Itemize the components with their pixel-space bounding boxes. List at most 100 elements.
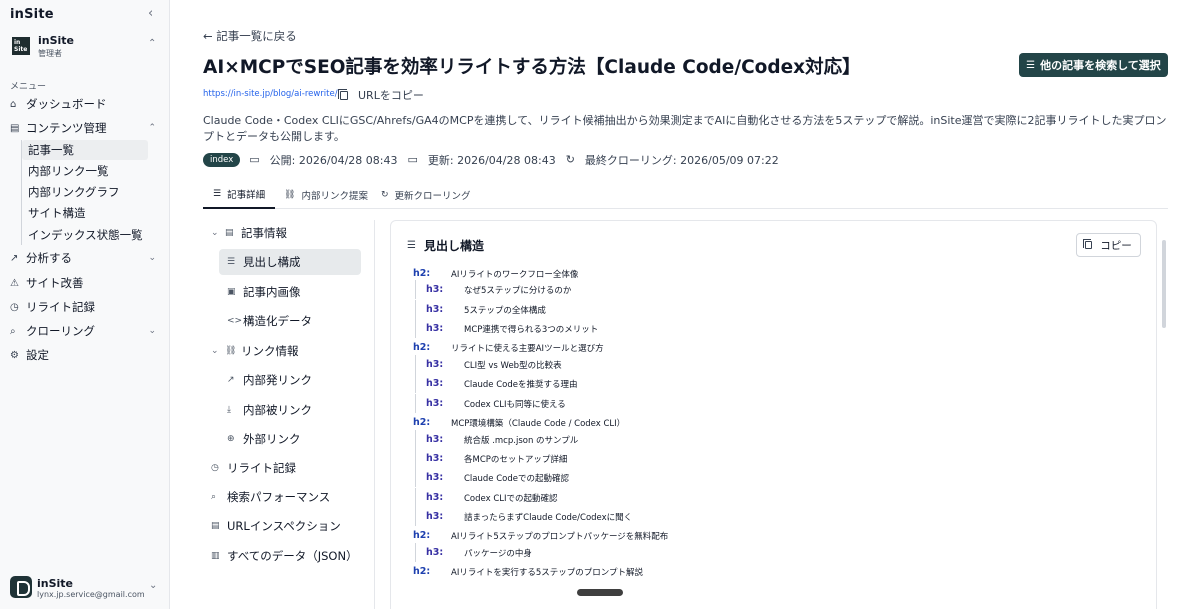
heading-row-h3: h3: 詰まったらまずClaude Code/Codexに聞く (415, 507, 632, 526)
detail-nav-headings[interactable]: ☰ 見出し構成 (219, 249, 361, 275)
user-menu[interactable]: inSite lynx.jp.service@gmail.com ⌄ (10, 576, 162, 602)
sidebar-subitem-internal-links[interactable]: 内部リンク一覧 (22, 161, 148, 181)
heading-row-h3: h3: Claude Codeを推奨する理由 (415, 374, 577, 393)
file-icon: ▥ (211, 551, 220, 561)
copy-url-button[interactable]: URLをコピー (338, 87, 424, 103)
back-link[interactable]: ← 記事一覧に戻る (203, 28, 297, 44)
detail-nav-rewrite-log[interactable]: ◷ リライト記録 (211, 455, 361, 481)
sidebar-item-label: リライト記録 (26, 300, 95, 314)
detail-nav-external-links[interactable]: ⊕ 外部リンク (227, 426, 361, 452)
tab-link-suggestions[interactable]: ⛓ 内部リンク提案 (274, 180, 378, 209)
detail-nav-structured-data[interactable]: <> 構造化データ (227, 308, 361, 334)
sidebar-subitem-site-structure[interactable]: サイト構造 (22, 203, 148, 223)
heading-row-h3: h3: なぜ5ステップに分けるのか (415, 280, 571, 299)
history-icon: ◷ (211, 463, 219, 473)
heading-row-h3: h3: 各MCPのセットアップ詳細 (415, 449, 567, 468)
brand-logo[interactable]: inSite (10, 7, 54, 22)
file-search-icon: ▤ (211, 521, 220, 531)
link-icon: ⛓ (225, 346, 237, 356)
scrollbar[interactable] (1162, 240, 1166, 328)
detail-nav-images[interactable]: ▣ 記事内画像 (227, 279, 361, 305)
workspace-logo: in Site (12, 37, 30, 55)
document-icon: ▤ (225, 228, 234, 238)
article-meta: index ▭ 公開: 2026/04/28 08:43 ▭ 更新: 2026/… (203, 152, 789, 167)
chevron-left-icon[interactable]: ‹ (148, 6, 153, 21)
globe-icon: ⊕ (227, 434, 235, 444)
search-icon: ⌕ (10, 325, 16, 337)
user-name: inSite (37, 577, 74, 590)
article-url-link[interactable]: https://in-site.jp/blog/ai-rewrite/ (203, 89, 338, 99)
heading-row-h3: h3: 5ステップの全体構成 (415, 300, 546, 319)
detail-nav-outbound-links[interactable]: ↗ 内部発リンク (227, 367, 361, 393)
link-icon: ⛓ (284, 189, 296, 200)
copy-icon (338, 88, 348, 100)
list-icon: ☰ (227, 257, 236, 267)
sidebar-subitem-link-graph[interactable]: 内部リンクグラフ (22, 182, 148, 202)
sidebar-item-label: コンテンツ管理 (26, 121, 107, 135)
gear-icon: ⚙ (10, 349, 19, 361)
download-icon: ⤓ (227, 405, 231, 415)
detail-nav-search-performance[interactable]: ⌕ 検索パフォーマンス (211, 484, 361, 510)
refresh-icon: ↻ (381, 189, 389, 200)
detail-nav-link-info[interactable]: ⌄ ⛓ リンク情報 (211, 338, 361, 364)
sidebar-item-label: 設定 (26, 348, 49, 362)
heading-row-h3: h3: MCP連携で得られる3つのメリット (415, 319, 598, 338)
home-indicator (577, 589, 623, 596)
heading-row-h3: h3: パッケージの中身 (415, 543, 532, 562)
sidebar-item-settings[interactable]: ⚙ 設定 (10, 345, 162, 365)
workspace-switcher[interactable]: in Site inSite 管理者 ⌃ (10, 34, 160, 60)
calendar-icon: ▭ (407, 153, 418, 166)
detail-nav-article-info[interactable]: ⌄ ▤ 記事情報 (211, 220, 361, 246)
list-icon: ☰ (407, 240, 416, 251)
user-email: lynx.jp.service@gmail.com (37, 590, 145, 599)
sidebar-item-label: 分析する (26, 251, 72, 265)
chevron-down-icon: ⌄ (211, 346, 219, 356)
image-icon: ▣ (227, 287, 236, 297)
copy-icon (1083, 239, 1093, 249)
sidebar-item-rewrite-log[interactable]: ◷ リライト記録 (10, 297, 162, 317)
heading-row-h3: h3: Codex CLIも同等に使える (415, 394, 566, 413)
sidebar-subitem-index-status[interactable]: インデックス状態一覧 (22, 225, 148, 245)
menu-label: メニュー (10, 82, 47, 92)
detail-nav-inbound-links[interactable]: ⤓ 内部被リンク (227, 397, 361, 423)
sidebar-item-analytics[interactable]: ↗ 分析する ⌄ (10, 248, 162, 268)
workspace-name: inSite (38, 34, 75, 47)
trend-icon: ↗ (10, 252, 19, 264)
sidebar-subitem-articles[interactable]: 記事一覧 (22, 140, 148, 160)
refresh-icon: ↻ (565, 153, 575, 166)
detail-nav-all-data-json[interactable]: ▥ すべてのデータ（JSON） (211, 543, 361, 569)
status-badge: index (203, 152, 241, 167)
sidebar: inSite ‹ in Site inSite 管理者 ⌃ メニュー ⌂ ダッシュ… (0, 0, 170, 609)
document-icon: ▤ (10, 122, 20, 134)
heading-row-h3: h3: Codex CLIでの起動確認 (415, 488, 558, 507)
list-icon: ☰ (213, 188, 222, 199)
chevron-down-icon: ⌄ (148, 253, 156, 263)
heading-row-h3: h3: Claude Codeでの起動確認 (415, 468, 569, 487)
tab-update-crawl[interactable]: ↻ 更新クローリング (371, 180, 481, 209)
published-date: 公開: 2026/04/28 08:43 (269, 153, 398, 167)
search-articles-button[interactable]: ☰ 他の記事を検索して選択 (1019, 53, 1168, 77)
calendar-icon: ▭ (249, 153, 260, 166)
sidebar-item-dashboard[interactable]: ⌂ ダッシュボード (10, 94, 162, 114)
tab-article-detail[interactable]: ☰ 記事詳細 (203, 180, 276, 209)
avatar (10, 576, 32, 598)
chevron-up-icon: ⌃ (148, 123, 156, 133)
search-icon: ⌕ (211, 492, 217, 502)
heading-row-h2: h2: AIリライトを実行する5ステップのプロンプト解説 (413, 566, 643, 578)
heading-row-h3: h3: CLI型 vs Web型の比較表 (415, 355, 562, 374)
copy-headings-button[interactable]: コピー (1076, 233, 1141, 257)
history-icon: ◷ (10, 301, 19, 313)
code-icon: <> (227, 316, 243, 326)
list-icon: ☰ (1026, 59, 1036, 71)
last-crawl-date: 最終クローリング: 2026/05/09 07:22 (584, 153, 779, 167)
sidebar-item-content[interactable]: ▤ コンテンツ管理 ⌃ (10, 118, 162, 138)
sidebar-item-improve[interactable]: ⚠ サイト改善 (10, 273, 162, 293)
panel-title: ☰ 見出し構造 (407, 239, 484, 253)
chevron-up-down-icon: ⌃ (148, 38, 157, 49)
detail-nav-url-inspection[interactable]: ▤ URLインスペクション (211, 513, 361, 539)
sidebar-item-crawling[interactable]: ⌕ クローリング ⌄ (10, 321, 162, 341)
chevron-down-icon: ⌄ (211, 228, 219, 238)
updated-date: 更新: 2026/04/28 08:43 (427, 153, 556, 167)
heading-row-h3: h3: 統合版 .mcp.json のサンプル (415, 430, 578, 449)
chevron-down-icon: ⌄ (149, 580, 158, 591)
